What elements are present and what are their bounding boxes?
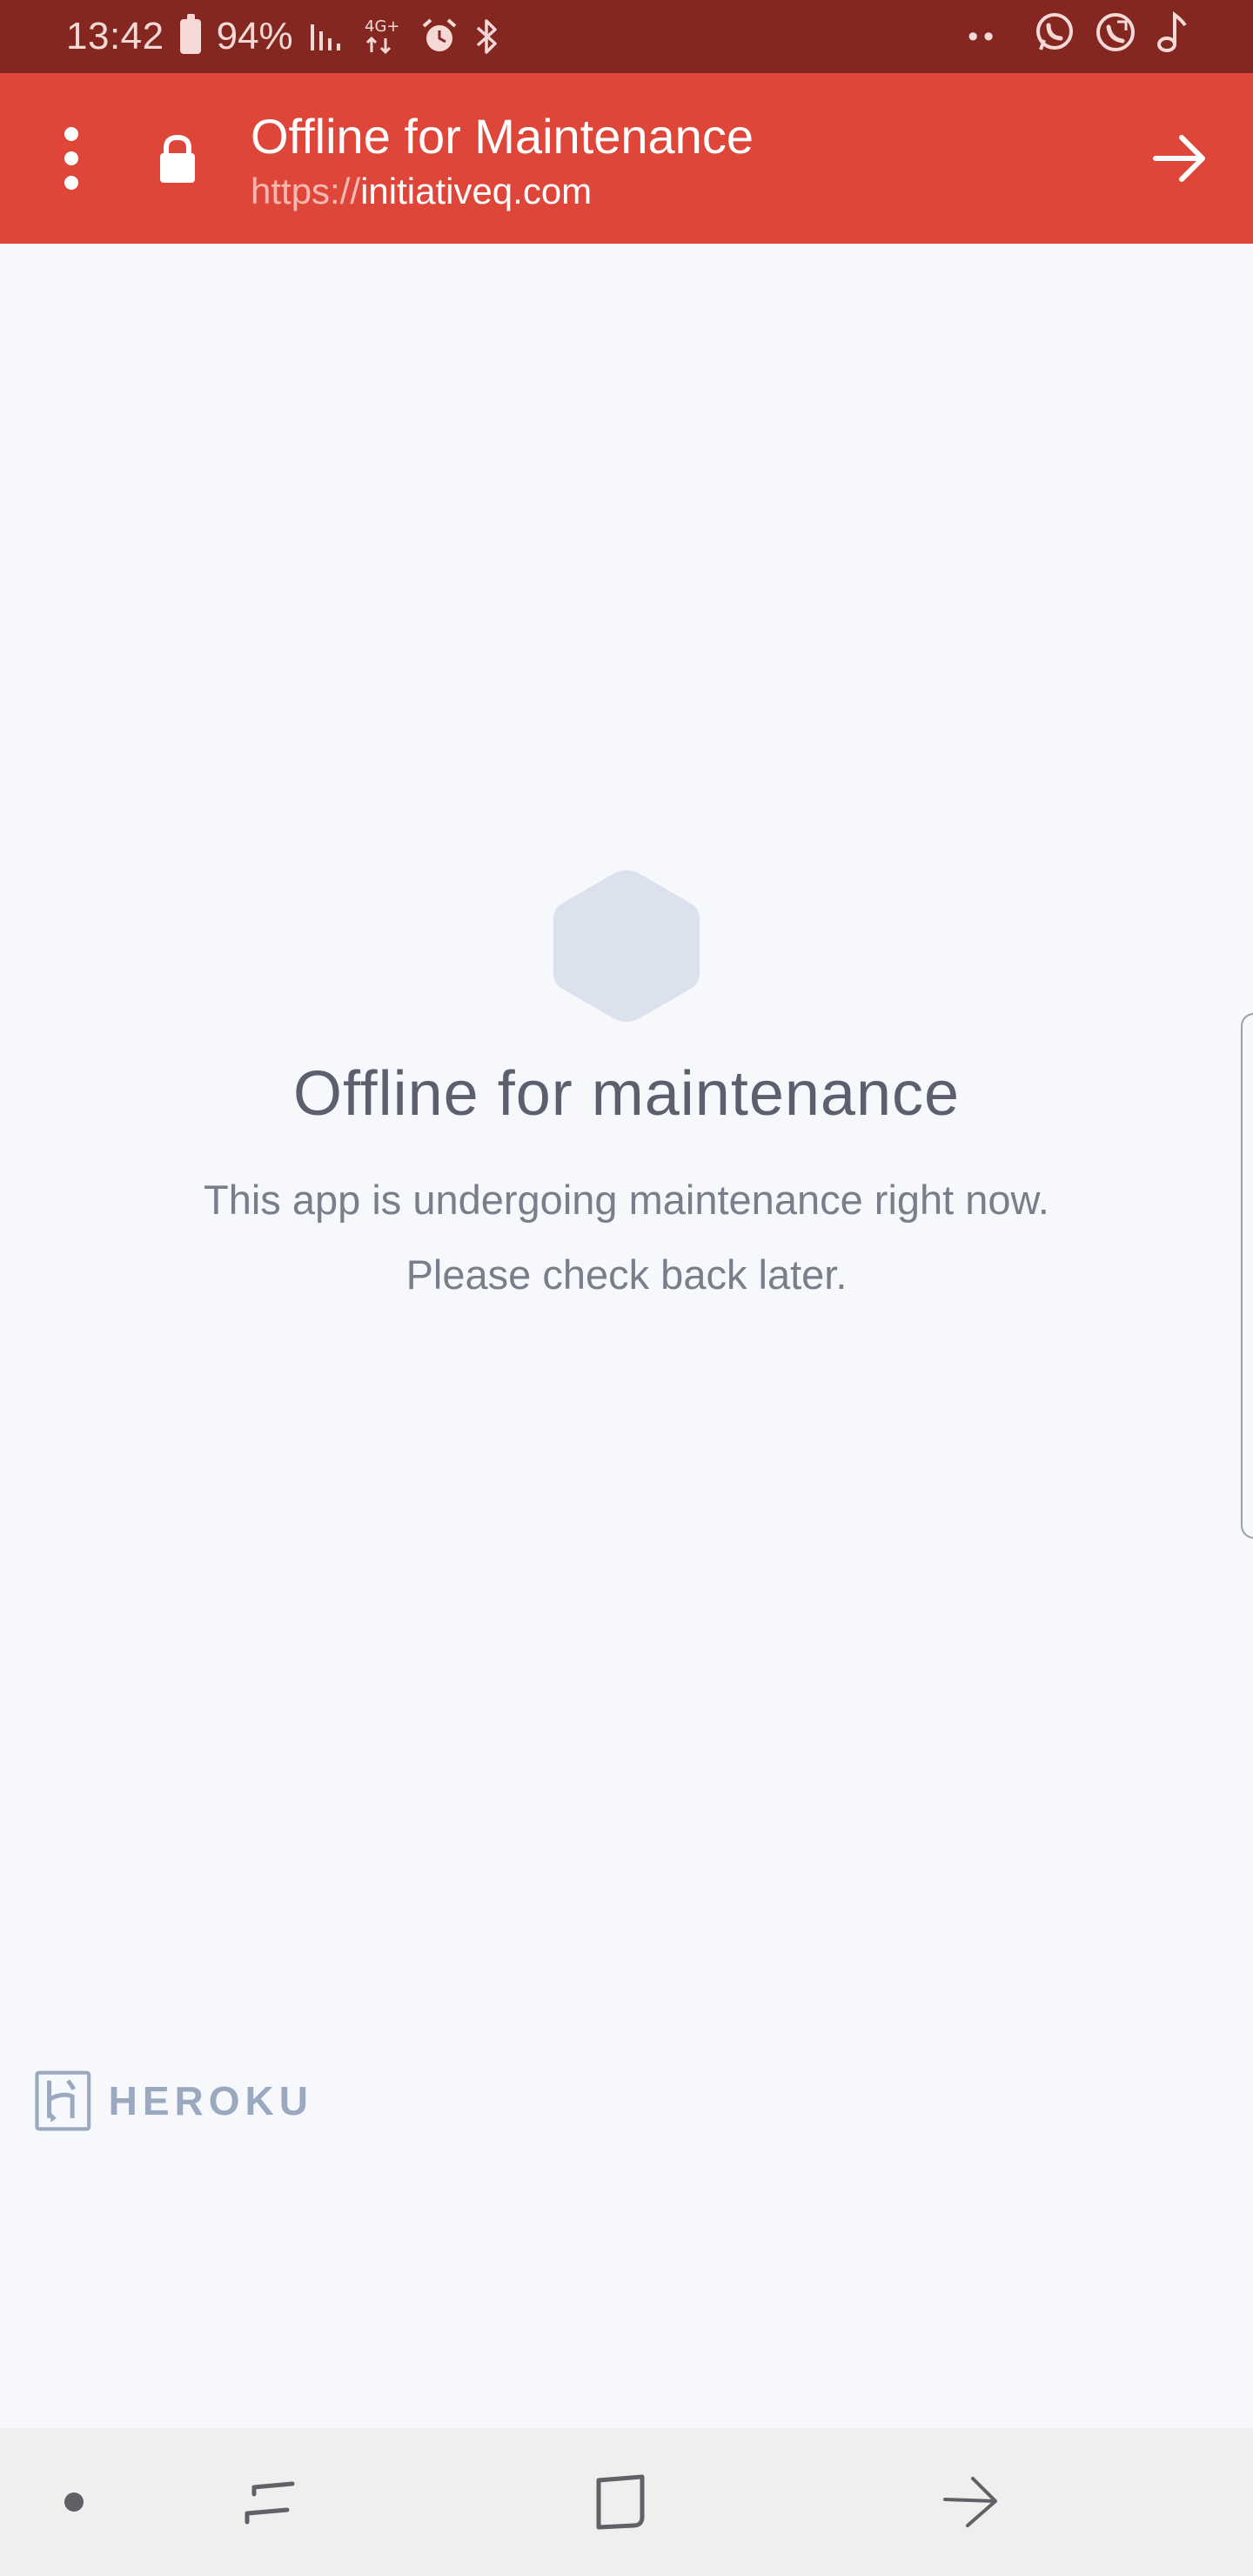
message: This app is undergoing maintenance right… [0,1163,1253,1312]
status-right: •• [968,10,1190,63]
nav-dot[interactable] [64,2492,84,2512]
call-icon [1095,11,1136,63]
more-dots-icon: •• [968,19,999,53]
battery-icon [179,14,201,54]
message-line-1: This app is undergoing maintenance right… [204,1177,1049,1223]
heading: Offline for maintenance [292,1059,961,1129]
network-label: 4G+ [365,17,399,36]
lock-icon [157,132,198,184]
back-arrow-icon [943,2477,997,2527]
home-button[interactable] [592,2472,649,2532]
arrow-right-icon [1153,135,1205,182]
navigation-bar [0,2428,1253,2576]
home-icon [596,2474,645,2530]
alarm-icon [420,17,459,56]
heroku-icon [35,2070,91,2131]
url-host: initiativeq.com [360,171,593,211]
music-note-icon [1156,10,1190,63]
heroku-wordmark: HEROKU [108,2078,313,2123]
battery-percent: 94% [216,15,293,57]
bluetooth-icon [474,17,500,56]
hexagon-icon [550,867,703,1025]
message-line-2: Please check back later. [405,1251,848,1298]
edge-panel-handle[interactable] [1241,1013,1253,1539]
status-left: 13:42 94% 4G+ [66,14,500,58]
browser-toolbar: Offline for Maintenance https://initiati… [0,73,1253,244]
url-scheme: https:// [251,171,361,211]
status-time: 13:42 [66,15,164,57]
signal-icon [309,21,347,52]
network-4g-icon: 4G+ [363,17,405,56]
status-bar: 13:42 94% 4G+ •• [0,0,1253,73]
recents-icon [245,2481,295,2525]
page-title: Offline for Maintenance [251,109,754,164]
page: 13:42 94% 4G+ •• Offline for Maintenance… [0,0,1253,2576]
heroku-logo[interactable]: HEROKU [35,2063,313,2139]
recents-button[interactable] [242,2473,299,2531]
url-bar[interactable]: https://initiativeq.com [251,171,592,212]
forward-button[interactable] [1149,127,1211,190]
menu-button[interactable] [54,127,89,190]
back-button[interactable] [941,2473,1001,2531]
whatsapp-icon [1034,11,1075,63]
